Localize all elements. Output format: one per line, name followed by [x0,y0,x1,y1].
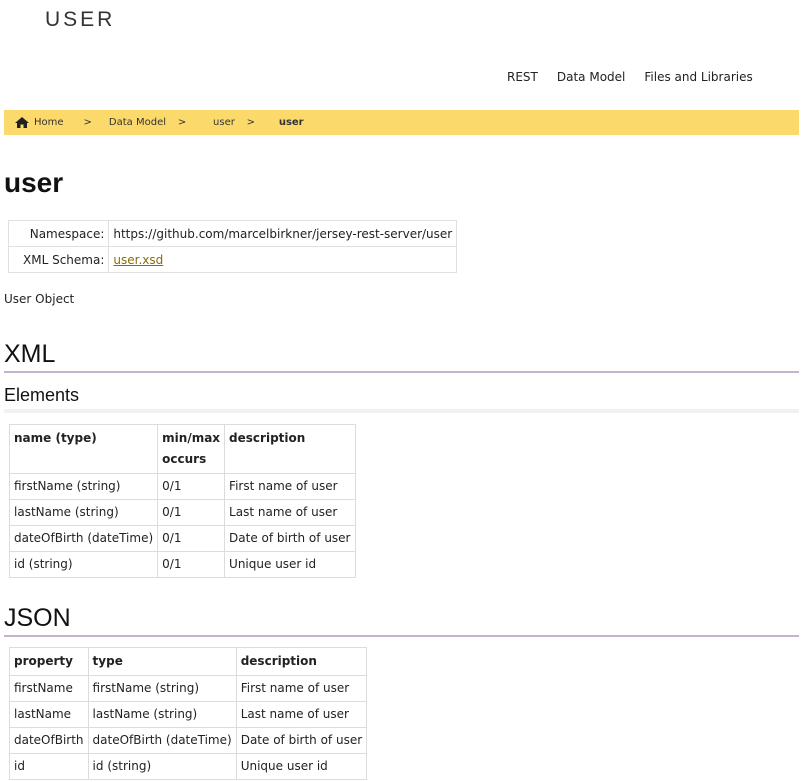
element-description: Unique user id [224,551,356,578]
home-icon [15,117,29,128]
xml-elements-table: name (type) min/max occurs description f… [8,424,356,578]
table-row: lastName (string) 0/1 Last name of user [8,499,356,526]
breadcrumb: Home > Data Model > user > user [4,110,799,135]
schema-link[interactable]: user.xsd [113,253,163,267]
breadcrumb-separator: > [246,117,256,128]
property-type: id (string) [87,753,237,780]
json-header-row: property type description [9,647,368,676]
table-row: dateOfBirth (dateTime) 0/1 Date of birth… [8,525,356,552]
property-description: Date of birth of user [235,727,368,754]
schema-label: XML Schema: [7,246,110,273]
nav-files-and-libraries[interactable]: Files and Libraries [644,70,752,84]
property-name: firstName [9,675,89,702]
namespace-label: Namespace: [7,220,110,247]
element-occurs: 0/1 [157,551,226,578]
breadcrumb-separator: > [177,117,187,128]
property-description: Last name of user [235,701,368,728]
table-row: firstName firstName (string) First name … [9,675,368,702]
top-nav: REST Data Model Files and Libraries [507,70,753,84]
json-col-description: description [235,647,368,676]
element-name: lastName (string) [8,499,159,526]
page-title: user [4,167,64,198]
xml-col-name: name (type) [8,424,159,474]
schema-cell: user.xsd [108,246,458,273]
table-row: dateOfBirth dateOfBirth (dateTime) Date … [9,727,368,754]
element-name: dateOfBirth (dateTime) [8,525,159,552]
property-type: dateOfBirth (dateTime) [87,727,237,754]
xml-header-row: name (type) min/max occurs description [8,424,356,474]
property-name: id [9,753,89,780]
element-description: First name of user [224,473,356,500]
site-title: USER [45,8,116,31]
elements-heading: Elements [4,385,799,413]
json-col-property: property [9,647,89,676]
type-description: User Object [4,292,75,306]
property-type: firstName (string) [87,675,237,702]
metadata-table: Namespace: https://github.com/marcelbirk… [7,220,458,273]
json-properties-table: property type description firstName firs… [9,647,368,780]
nav-rest[interactable]: REST [507,70,538,84]
namespace-row: Namespace: https://github.com/marcelbirk… [7,220,458,247]
element-occurs: 0/1 [157,473,226,500]
property-description: First name of user [235,675,368,702]
breadcrumb-current: user [278,117,304,128]
table-row: id (string) 0/1 Unique user id [8,551,356,578]
element-description: Date of birth of user [224,525,356,552]
property-name: dateOfBirth [9,727,89,754]
element-name: id (string) [8,551,159,578]
element-occurs: 0/1 [157,525,226,552]
namespace-value: https://github.com/marcelbirkner/jersey-… [108,220,458,247]
breadcrumb-user[interactable]: user [213,117,235,128]
element-description: Last name of user [224,499,356,526]
property-type: lastName (string) [87,701,237,728]
json-col-type: type [87,647,237,676]
table-row: id id (string) Unique user id [9,753,368,780]
nav-data-model[interactable]: Data Model [557,70,626,84]
schema-row: XML Schema: user.xsd [7,246,458,273]
property-description: Unique user id [235,753,368,780]
table-row: lastName lastName (string) Last name of … [9,701,368,728]
json-heading: JSON [4,604,799,637]
breadcrumb-home[interactable]: Home [15,117,64,128]
element-occurs: 0/1 [157,499,226,526]
breadcrumb-data-model[interactable]: Data Model [109,117,166,128]
table-row: firstName (string) 0/1 First name of use… [8,473,356,500]
breadcrumb-home-label: Home [34,117,64,128]
element-name: firstName (string) [8,473,159,500]
property-name: lastName [9,701,89,728]
xml-col-occurs: min/max occurs [157,424,226,474]
xml-col-description: description [224,424,356,474]
breadcrumb-separator: > [83,117,92,128]
xml-heading: XML [4,340,799,373]
